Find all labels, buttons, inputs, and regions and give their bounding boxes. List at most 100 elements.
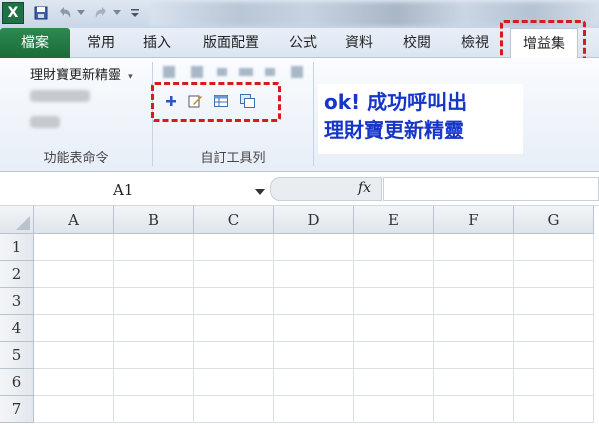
redo-dropdown-icon[interactable] (112, 4, 122, 22)
column-header[interactable]: B (114, 206, 194, 234)
grid-cell[interactable] (514, 315, 594, 342)
undo-icon[interactable] (56, 4, 74, 22)
grid-cell[interactable] (274, 369, 354, 396)
row-header[interactable]: 3 (0, 288, 34, 315)
grid-cell[interactable] (274, 234, 354, 261)
menu-command-label: 理財寶更新精靈 (30, 68, 122, 83)
grid-cell[interactable] (514, 342, 594, 369)
grid-cell[interactable] (194, 288, 274, 315)
blurred-toolbar-icon[interactable] (291, 66, 303, 78)
redo-icon[interactable] (92, 4, 110, 22)
grid-cell[interactable] (194, 234, 274, 261)
grid-cell[interactable] (354, 234, 434, 261)
menu-command-item[interactable]: 理財寶更新精靈 ▾ (30, 64, 133, 83)
menu-commands-group: 理財寶更新精靈 ▾ 功能表命令 (0, 58, 152, 170)
chevron-down-icon[interactable] (255, 185, 265, 199)
blurred-menu-item[interactable] (30, 116, 60, 128)
grid-cell[interactable] (194, 261, 274, 288)
menu-commands-group-label: 功能表命令 (43, 151, 109, 166)
grid-cell[interactable] (274, 396, 354, 423)
grid-cell[interactable] (114, 342, 194, 369)
row-header[interactable]: 4 (0, 315, 34, 342)
column-header[interactable]: E (354, 206, 434, 234)
grid-cell[interactable] (514, 369, 594, 396)
grid-cell[interactable] (194, 342, 274, 369)
customize-quick-access-icon[interactable] (128, 4, 142, 22)
grid-cell[interactable] (434, 369, 514, 396)
grid-cell[interactable] (34, 315, 114, 342)
row-header[interactable]: 5 (0, 342, 34, 369)
grid-cell[interactable] (354, 315, 434, 342)
grid-cell[interactable] (114, 369, 194, 396)
blurred-toolbar-icon[interactable] (239, 68, 253, 76)
grid-cell[interactable] (434, 234, 514, 261)
formula-input[interactable] (383, 177, 599, 201)
grid-cell[interactable] (114, 261, 194, 288)
tab-home[interactable]: 常用 (78, 28, 124, 58)
custom-toolbar-group-label: 自訂工具列 (200, 151, 266, 166)
tab-review[interactable]: 校閱 (394, 28, 440, 58)
grid-cell[interactable] (274, 288, 354, 315)
grid-cell[interactable] (194, 369, 274, 396)
grid-cell[interactable] (114, 315, 194, 342)
grid-cell[interactable] (514, 234, 594, 261)
undo-dropdown-icon[interactable] (76, 4, 86, 22)
annotation-line-2: 理財寶更新精靈 (324, 118, 464, 142)
column-header[interactable]: G (514, 206, 594, 234)
select-all-corner[interactable] (0, 206, 34, 234)
blurred-toolbar-icon[interactable] (191, 66, 203, 78)
grid-cell[interactable] (434, 261, 514, 288)
row-header[interactable]: 7 (0, 396, 34, 423)
grid-cell[interactable] (514, 288, 594, 315)
grid-cell[interactable] (514, 396, 594, 423)
blurred-toolbar-icon[interactable] (217, 68, 227, 76)
tab-file[interactable]: 檔案 (0, 28, 70, 58)
annotation-line-1: ok! 成功呼叫出 (324, 90, 468, 114)
grid-cell[interactable] (114, 234, 194, 261)
blurred-toolbar-icon[interactable] (265, 68, 275, 76)
grid-cell[interactable] (194, 396, 274, 423)
row-header[interactable]: 1 (0, 234, 34, 261)
excel-app-icon[interactable]: X (2, 2, 24, 24)
grid-cell[interactable] (274, 261, 354, 288)
tab-insert[interactable]: 插入 (134, 28, 180, 58)
blurred-menu-item[interactable] (30, 90, 90, 102)
grid-cell[interactable] (114, 288, 194, 315)
grid-cell[interactable] (514, 261, 594, 288)
column-header[interactable]: C (194, 206, 274, 234)
row-header[interactable]: 2 (0, 261, 34, 288)
grid-cell[interactable] (34, 234, 114, 261)
grid-cell[interactable] (434, 315, 514, 342)
grid-cell[interactable] (434, 396, 514, 423)
grid-cell[interactable] (34, 369, 114, 396)
column-header[interactable]: A (34, 206, 114, 234)
insert-function-button[interactable]: fx (358, 180, 371, 196)
grid-cell[interactable] (354, 261, 434, 288)
grid-cell[interactable] (34, 342, 114, 369)
tab-formulas[interactable]: 公式 (280, 28, 326, 58)
save-icon[interactable] (32, 4, 50, 22)
blurred-toolbar-icon[interactable] (163, 66, 175, 78)
tab-page-layout[interactable]: 版面配置 (192, 28, 270, 58)
grid-cell[interactable] (114, 396, 194, 423)
grid-cell[interactable] (34, 288, 114, 315)
grid-cell[interactable] (194, 315, 274, 342)
grid-cell[interactable] (354, 369, 434, 396)
row-header[interactable]: 6 (0, 369, 34, 396)
formula-bar: A1 fx (0, 172, 599, 206)
grid-cell[interactable] (354, 396, 434, 423)
grid-cell[interactable] (434, 342, 514, 369)
grid-cell[interactable] (34, 261, 114, 288)
grid-cell[interactable] (354, 288, 434, 315)
column-header[interactable]: F (434, 206, 514, 234)
name-box[interactable]: A1 (0, 177, 268, 201)
grid-cell[interactable] (274, 342, 354, 369)
grid-cell[interactable] (274, 315, 354, 342)
tab-data[interactable]: 資料 (336, 28, 382, 58)
chevron-down-icon: ▾ (128, 72, 133, 82)
tab-view[interactable]: 檢視 (452, 28, 498, 58)
grid-cell[interactable] (34, 396, 114, 423)
grid-cell[interactable] (434, 288, 514, 315)
grid-cell[interactable] (354, 342, 434, 369)
column-header[interactable]: D (274, 206, 354, 234)
